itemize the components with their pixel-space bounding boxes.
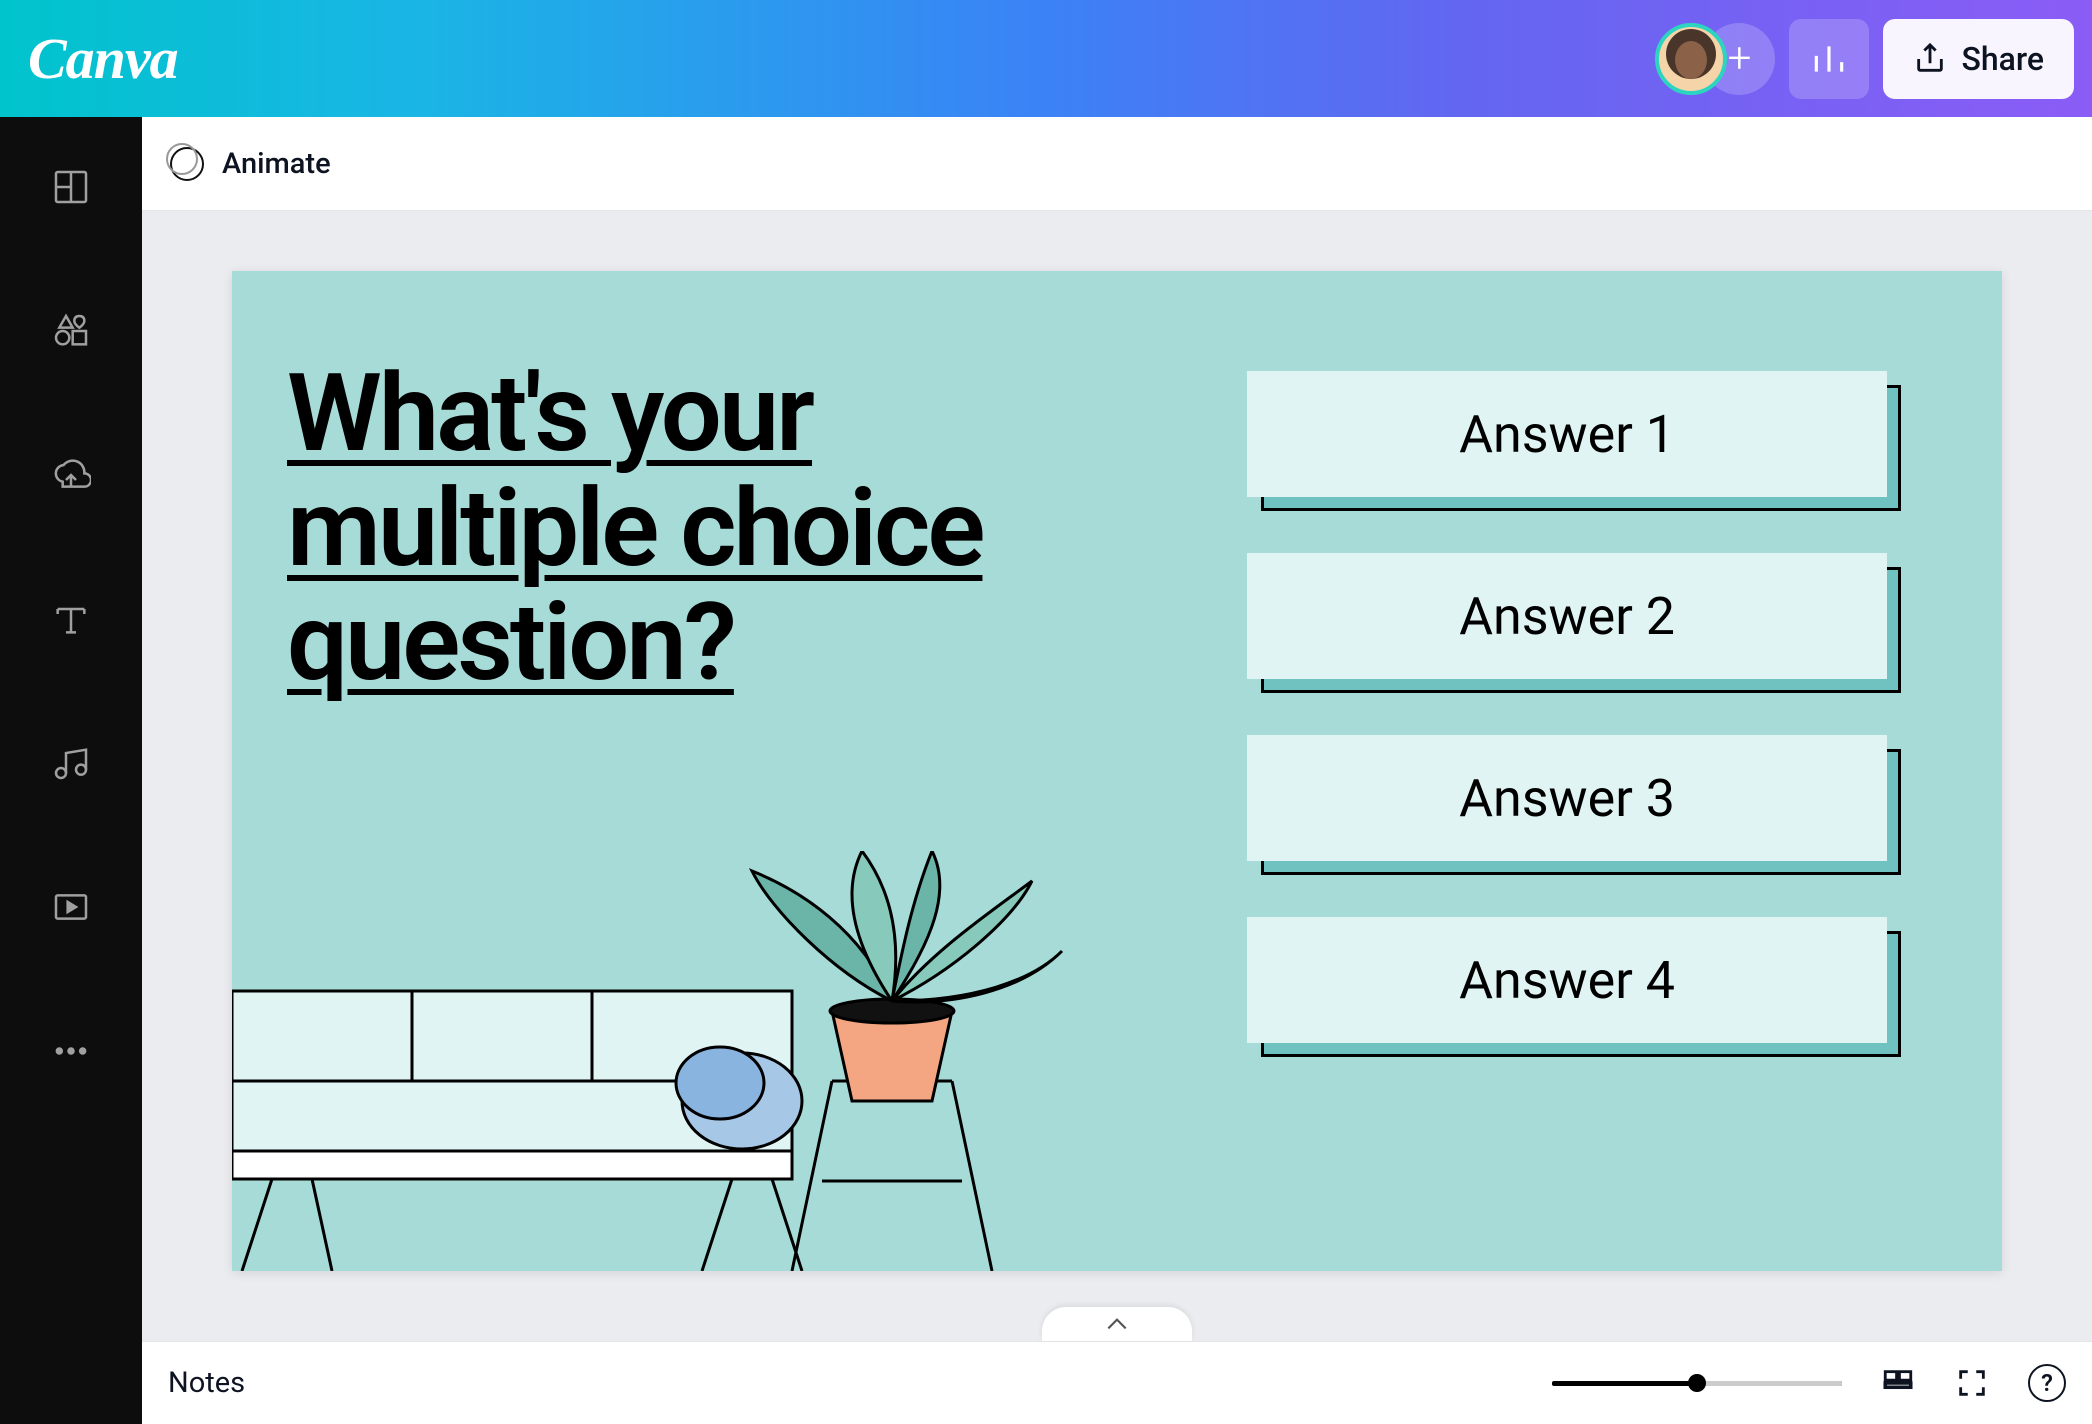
answer-option[interactable]: Answer 4 bbox=[1247, 917, 1907, 1043]
insights-button[interactable] bbox=[1789, 19, 1869, 99]
answer-option[interactable]: Answer 1 bbox=[1247, 371, 1907, 497]
answer-label: Answer 2 bbox=[1247, 553, 1887, 679]
uploads-icon[interactable] bbox=[49, 453, 93, 497]
footer-controls: ? bbox=[1552, 1364, 2066, 1402]
body: Animate What's your multiple choice ques… bbox=[0, 117, 2092, 1424]
zoom-slider[interactable] bbox=[1552, 1381, 1842, 1386]
decorative-illustration bbox=[232, 851, 1132, 1271]
fullscreen-icon[interactable] bbox=[1954, 1365, 1990, 1401]
bottom-bar: Notes ? bbox=[142, 1341, 2092, 1424]
answers-group: Answer 1 Answer 2 Answer 3 Answer 4 bbox=[1247, 371, 1907, 1043]
animate-button[interactable]: Animate bbox=[222, 147, 331, 181]
avatar-group: + bbox=[1655, 23, 1775, 95]
answer-label: Answer 4 bbox=[1247, 917, 1887, 1043]
slide[interactable]: What's your multiple choice question? An… bbox=[232, 271, 2002, 1271]
audio-icon[interactable] bbox=[49, 741, 93, 785]
canva-logo[interactable]: Canva bbox=[28, 25, 178, 92]
notes-button[interactable]: Notes bbox=[168, 1366, 245, 1400]
grid-view-icon[interactable] bbox=[1880, 1365, 1916, 1401]
context-toolbar: Animate bbox=[142, 117, 2092, 211]
side-panel bbox=[0, 117, 142, 1424]
app-header: Canva + Share bbox=[0, 0, 2092, 117]
text-icon[interactable] bbox=[49, 597, 93, 641]
answer-option[interactable]: Answer 2 bbox=[1247, 553, 1907, 679]
main-area: Animate What's your multiple choice ques… bbox=[142, 117, 2092, 1424]
elements-icon[interactable] bbox=[49, 309, 93, 353]
share-button[interactable]: Share bbox=[1883, 19, 2074, 99]
user-avatar[interactable] bbox=[1655, 23, 1727, 95]
templates-icon[interactable] bbox=[49, 165, 93, 209]
canvas-workspace[interactable]: What's your multiple choice question? An… bbox=[142, 211, 2092, 1341]
question-text[interactable]: What's your multiple choice question? bbox=[287, 357, 1137, 700]
header-actions: + Share bbox=[1655, 19, 2074, 99]
help-button[interactable]: ? bbox=[2028, 1364, 2066, 1402]
more-icon[interactable] bbox=[49, 1029, 93, 1073]
help-label: ? bbox=[2041, 1369, 2053, 1397]
zoom-thumb[interactable] bbox=[1688, 1374, 1706, 1392]
answer-option[interactable]: Answer 3 bbox=[1247, 735, 1907, 861]
answer-label: Answer 3 bbox=[1247, 735, 1887, 861]
page-panel-toggle[interactable] bbox=[1042, 1307, 1192, 1341]
answer-label: Answer 1 bbox=[1247, 371, 1887, 497]
share-label: Share bbox=[1961, 40, 2044, 78]
animate-icon bbox=[170, 147, 204, 181]
videos-icon[interactable] bbox=[49, 885, 93, 929]
